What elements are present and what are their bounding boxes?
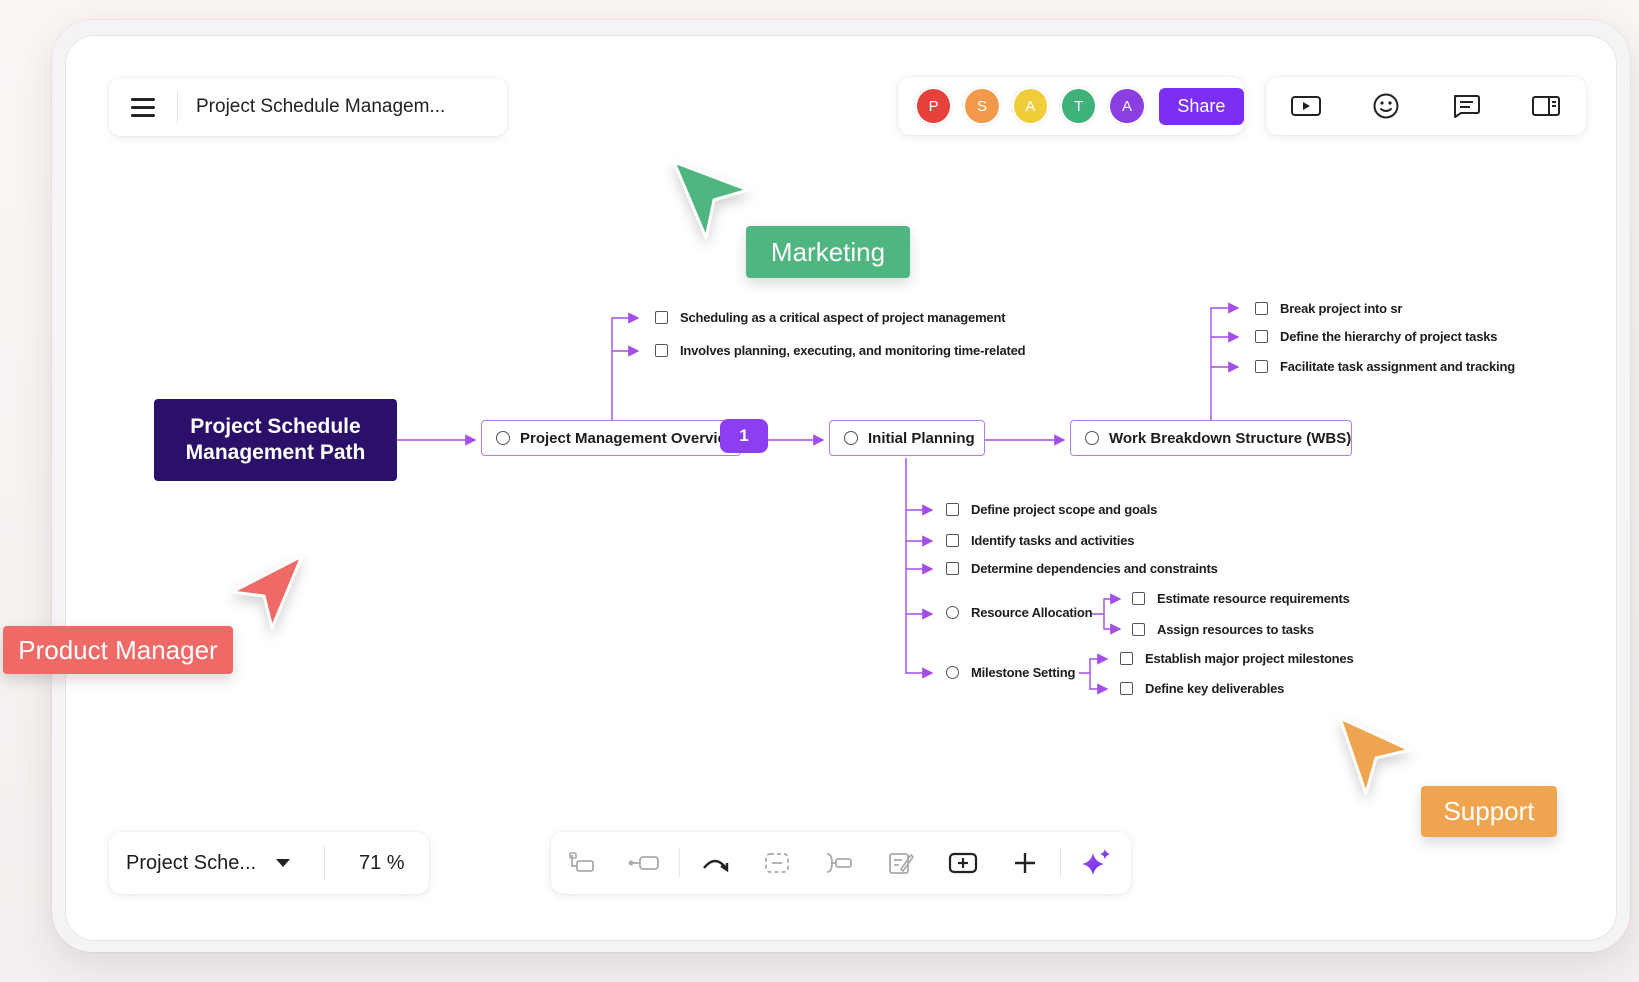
subtopic-label: Define the hierarchy of project tasks xyxy=(1280,329,1498,344)
panel-icon[interactable] xyxy=(1528,88,1564,124)
share-button[interactable]: Share xyxy=(1158,87,1245,125)
comment-count-badge[interactable]: 1 xyxy=(720,419,768,453)
zoom-level[interactable]: 71 % xyxy=(359,852,405,875)
avatar[interactable]: T xyxy=(1060,87,1098,125)
divider xyxy=(679,848,680,878)
checkbox-icon[interactable] xyxy=(1255,302,1268,315)
top-tools-bar xyxy=(1266,77,1586,135)
subtopic[interactable]: Break project into sr xyxy=(1255,301,1402,316)
subtopic-label: Estimate resource requirements xyxy=(1157,591,1350,606)
subtopic-label: Facilitate task assignment and tracking xyxy=(1280,359,1515,374)
topic-label: Initial Planning xyxy=(868,429,975,447)
relationship-icon[interactable] xyxy=(684,832,746,894)
boundary-icon[interactable] xyxy=(808,832,870,894)
summary-icon[interactable] xyxy=(746,832,808,894)
checkbox-icon[interactable] xyxy=(946,534,959,547)
map-name: Project Sche... xyxy=(126,851,257,874)
map-selector-bar: Project Sche... 71 % xyxy=(109,832,429,894)
topic-label: Work Breakdown Structure (WBS) xyxy=(1109,429,1352,447)
marketing-cursor-label: Marketing xyxy=(746,226,910,278)
product-manager-cursor-icon xyxy=(230,554,304,630)
avatar[interactable]: P xyxy=(915,87,953,125)
checkbox-icon[interactable] xyxy=(1132,623,1145,636)
checkbox-icon[interactable] xyxy=(946,503,959,516)
topic-label: Project Management Overview xyxy=(520,429,738,447)
subtopic[interactable]: Determine dependencies and constraints xyxy=(946,561,1218,576)
subtopic-label: Determine dependencies and constraints xyxy=(971,561,1218,576)
checkbox-icon[interactable] xyxy=(1120,652,1133,665)
subtopic-label: Identify tasks and activities xyxy=(971,533,1135,548)
subtopic-milestone-setting[interactable]: Milestone Setting xyxy=(946,665,1075,680)
divider xyxy=(177,91,178,123)
marketing-cursor-icon xyxy=(672,160,750,240)
plus-icon[interactable] xyxy=(994,832,1056,894)
subtopic[interactable]: Define project scope and goals xyxy=(946,502,1157,517)
checkbox-icon[interactable] xyxy=(655,344,668,357)
subtopic[interactable]: Define the hierarchy of project tasks xyxy=(1255,329,1497,344)
subtopic-label: Establish major project milestones xyxy=(1145,651,1354,666)
mindmap-canvas[interactable] xyxy=(66,36,1616,940)
subtopic-label: Milestone Setting xyxy=(971,665,1076,680)
subtopic-label: Define key deliverables xyxy=(1145,681,1285,696)
collapse-circle-icon[interactable] xyxy=(946,606,959,619)
support-cursor-label: Support xyxy=(1421,786,1557,837)
map-selector-dropdown[interactable]: Project Sche... xyxy=(109,852,324,875)
document-title[interactable]: Project Schedule Managem... xyxy=(196,96,445,118)
add-sibling-icon[interactable] xyxy=(551,832,613,894)
product-manager-cursor-label: Product Manager xyxy=(3,626,233,674)
hamburger-icon xyxy=(131,98,155,117)
divider xyxy=(324,846,325,880)
document-title-bar: Project Schedule Managem... xyxy=(109,78,507,136)
avatar[interactable]: A xyxy=(1108,87,1146,125)
subtopic-label: Resource Allocation xyxy=(971,605,1093,620)
checkbox-icon[interactable] xyxy=(946,562,959,575)
editing-toolbar xyxy=(551,832,1131,894)
subtopic[interactable]: Involves planning, executing, and monito… xyxy=(655,343,1027,358)
topic-project-management-overview[interactable]: Project Management Overview xyxy=(481,420,741,456)
subtopic[interactable]: Assign resources to tasks xyxy=(1132,622,1314,637)
checkbox-icon[interactable] xyxy=(1255,360,1268,373)
subtopic[interactable]: Identify tasks and activities xyxy=(946,533,1134,548)
comment-icon[interactable] xyxy=(1448,88,1484,124)
note-icon[interactable] xyxy=(870,832,932,894)
collapse-circle-icon[interactable] xyxy=(946,666,959,679)
support-cursor-icon xyxy=(1338,716,1412,796)
subtopic-label: Assign resources to tasks xyxy=(1157,622,1314,637)
divider xyxy=(1060,848,1061,878)
emoji-icon[interactable] xyxy=(1368,88,1404,124)
subtopic-label: Define project scope and goals xyxy=(971,502,1158,517)
collapse-circle-icon[interactable] xyxy=(496,431,510,445)
avatar[interactable]: A xyxy=(1011,87,1050,125)
caret-down-icon xyxy=(276,859,291,867)
menu-button[interactable] xyxy=(109,78,177,136)
topic-initial-planning[interactable]: Initial Planning xyxy=(829,420,985,456)
subtopic[interactable]: Scheduling as a critical aspect of proje… xyxy=(655,310,1006,325)
checkbox-icon[interactable] xyxy=(655,311,668,324)
ai-sparkle-icon[interactable] xyxy=(1065,832,1127,894)
add-child-icon[interactable] xyxy=(613,832,675,894)
subtopic[interactable]: Facilitate task assignment and tracking xyxy=(1255,359,1515,374)
subtopic[interactable]: Establish major project milestones xyxy=(1120,651,1354,666)
subtopic-label: Break project into sr xyxy=(1280,301,1403,316)
avatar[interactable]: S xyxy=(963,87,1001,125)
present-icon[interactable] xyxy=(1288,88,1324,124)
subtopic-label: Involves planning, executing, and monito… xyxy=(680,343,1027,358)
collaborators-bar: P S A T A Share xyxy=(898,77,1245,135)
subtopic-resource-allocation[interactable]: Resource Allocation xyxy=(946,605,1093,620)
topic-wbs[interactable]: Work Breakdown Structure (WBS) xyxy=(1070,420,1352,456)
collapse-circle-icon[interactable] xyxy=(844,431,858,445)
insert-topic-icon[interactable] xyxy=(932,832,994,894)
subtopic[interactable]: Define key deliverables xyxy=(1120,681,1284,696)
subtopic[interactable]: Estimate resource requirements xyxy=(1132,591,1350,606)
checkbox-icon[interactable] xyxy=(1255,330,1268,343)
checkbox-icon[interactable] xyxy=(1132,592,1145,605)
checkbox-icon[interactable] xyxy=(1120,682,1133,695)
collapse-circle-icon[interactable] xyxy=(1085,431,1099,445)
root-topic[interactable]: Project Schedule Management Path xyxy=(154,399,397,481)
subtopic-label: Scheduling as a critical aspect of proje… xyxy=(680,310,1006,325)
